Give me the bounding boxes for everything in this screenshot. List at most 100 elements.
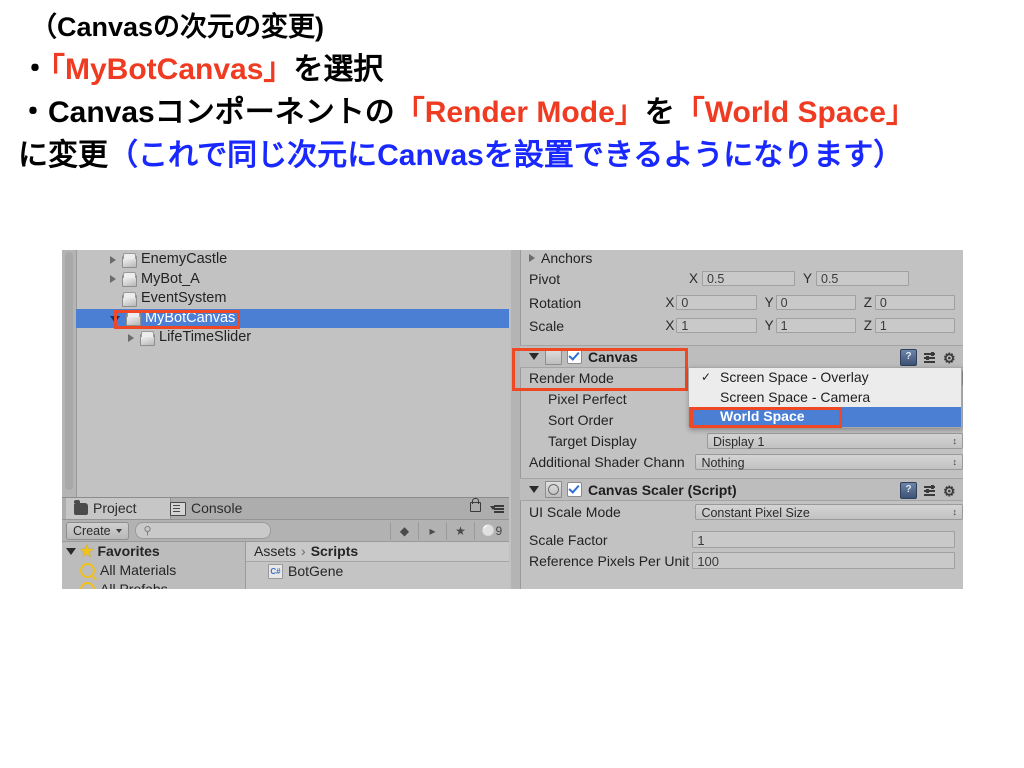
reference-pixels-per-unit-field[interactable]: 100	[692, 552, 955, 569]
collapse-arrow-icon[interactable]	[529, 353, 539, 360]
collapse-arrow-icon[interactable]	[529, 486, 539, 493]
slide-line-2-tail: を選択	[293, 53, 384, 86]
hierarchy-scrollbar[interactable]	[62, 250, 77, 497]
ui-scale-mode-dropdown[interactable]: Constant Pixel Size ↕	[695, 503, 963, 520]
scale-y-field[interactable]: 1	[775, 318, 856, 333]
rotation-y-field[interactable]: 0	[775, 295, 856, 310]
gear-icon[interactable]: ⚙	[943, 484, 957, 498]
slide-line-3: ・Canvasコンポーネントの「Render Mode」を「World Spac…	[18, 98, 1024, 128]
expand-arrow-icon[interactable]	[529, 254, 535, 262]
rotation-z-axis-label: Z	[863, 295, 873, 310]
canvas-scaler-component-tools: ? ⚙	[900, 482, 957, 499]
hierarchy-scrollbar-thumb[interactable]	[65, 252, 73, 490]
filter-by-type-icon[interactable]: ◆	[390, 521, 418, 540]
filter-by-label-icon[interactable]: ▸	[418, 521, 446, 540]
scale-factor-field[interactable]: 1	[692, 531, 955, 548]
anchors-foldout[interactable]: Anchors	[520, 250, 963, 266]
popup-item-screen-space-overlay[interactable]: ✓ Screen Space - Overlay	[689, 368, 961, 388]
tab-console[interactable]: Console	[162, 498, 272, 519]
search-input[interactable]: ⚲	[134, 522, 272, 539]
additional-shader-channels-dropdown[interactable]: Nothing ↕	[695, 453, 963, 470]
ui-scale-mode-label: UI Scale Mode	[529, 503, 621, 520]
scale-x-field[interactable]: 1	[676, 318, 757, 333]
hierarchy-item-lifetimeslider[interactable]: LifeTimeSlider	[76, 328, 509, 348]
rotation-row: Rotation X 0 Y 0 Z 0	[520, 291, 963, 314]
render-mode-label: Render Mode	[529, 370, 614, 386]
hierarchy-item-enemycastle[interactable]: EnemyCastle	[76, 250, 509, 270]
breadcrumb-current[interactable]: Scripts	[311, 543, 358, 559]
unity-editor-screenshot: EnemyCastle MyBot_A EventSystem MyBotCan…	[62, 250, 963, 589]
popup-item-world-space[interactable]: World Space	[689, 407, 961, 427]
target-display-label: Target Display	[548, 432, 637, 449]
favorite-star-icon[interactable]: ★	[446, 521, 474, 540]
help-icon[interactable]: ?	[900, 349, 917, 366]
hierarchy-item-label: EventSystem	[141, 290, 227, 306]
rotation-x-field[interactable]: 0	[676, 295, 757, 310]
search-icon	[80, 582, 95, 589]
pivot-y-field[interactable]: 0.5	[816, 271, 909, 286]
slide-line-2-red: 「MyBotCanvas」	[50, 53, 294, 86]
search-icon	[80, 563, 95, 578]
project-panel[interactable]: Project Console Create ⚲ ◆ ▸ ★ ⚪ 9 ★ Fav…	[62, 497, 509, 589]
reference-pixels-per-unit-label: Reference Pixels Per Unit	[529, 552, 690, 569]
hierarchy-item-mybot-a[interactable]: MyBot_A	[76, 270, 509, 290]
stepper-arrows-icon: ↕	[952, 506, 958, 517]
pivot-x-axis-label: X	[689, 271, 699, 286]
inspector-panel[interactable]: Anchors Pivot X 0.5 Y 0.5 Rotation X 0 Y…	[511, 250, 963, 589]
rotation-label: Rotation	[529, 294, 582, 311]
preset-icon[interactable]	[923, 484, 937, 498]
favorites-item-all-prefabs[interactable]: All Prefabs	[62, 580, 245, 589]
gear-icon[interactable]: ⚙	[943, 351, 957, 365]
collapse-arrow-icon[interactable]	[66, 548, 76, 555]
hierarchy-item-eventsystem[interactable]: EventSystem	[76, 289, 509, 309]
expand-arrow-icon[interactable]	[110, 255, 116, 264]
popup-item-screen-space-camera[interactable]: Screen Space - Camera	[689, 388, 961, 408]
create-button[interactable]: Create	[66, 521, 129, 540]
target-display-dropdown[interactable]: Display 1 ↕	[707, 432, 963, 449]
favorites-header[interactable]: ★ Favorites	[62, 542, 245, 561]
tab-project[interactable]: Project	[66, 498, 171, 519]
tab-console-label: Console	[191, 500, 243, 516]
preset-icon[interactable]	[923, 351, 937, 365]
project-assets-column: Assets › Scripts C# BotGene	[246, 542, 509, 589]
slide-line-3-red-2: 「World Space」	[674, 96, 916, 129]
canvas-component-header[interactable]: Canvas ? ⚙	[520, 345, 963, 368]
project-toolbar: Create ⚲ ◆ ▸ ★ ⚪ 9	[62, 520, 509, 542]
rotation-y-axis-label: Y	[764, 295, 774, 310]
pivot-x-field[interactable]: 0.5	[702, 271, 795, 286]
lock-icon[interactable]	[470, 498, 481, 512]
slide-line-3-bullet: ・Canvasコンポーネントの	[18, 96, 395, 129]
asset-item-botgene[interactable]: C# BotGene	[246, 562, 509, 581]
expand-arrow-icon[interactable]	[128, 333, 134, 342]
slide-line-1: （Canvasの次元の変更)	[30, 12, 325, 42]
gameobject-cube-icon	[125, 311, 141, 327]
help-icon[interactable]: ?	[900, 482, 917, 499]
project-body: ★ Favorites All Materials All Prefabs As…	[62, 542, 509, 589]
scale-z-axis-label: Z	[863, 318, 873, 333]
expand-arrow-icon[interactable]	[110, 275, 116, 284]
rotation-z-field[interactable]: 0	[874, 295, 955, 310]
hierarchy-panel[interactable]: EnemyCastle MyBot_A EventSystem MyBotCan…	[62, 250, 509, 497]
canvas-enabled-checkbox[interactable]	[567, 349, 582, 364]
favorites-item-all-materials[interactable]: All Materials	[62, 561, 245, 580]
hidden-packages-icon[interactable]: ⚪ 9	[474, 521, 509, 540]
panel-options-menu-icon[interactable]	[490, 504, 504, 513]
pivot-row: Pivot X 0.5 Y 0.5	[520, 266, 963, 291]
scale-factor-label: Scale Factor	[529, 531, 608, 548]
gameobject-cube-icon	[121, 272, 137, 288]
additional-shader-channels-row: Additional Shader Chann Nothing ↕	[520, 451, 963, 472]
tab-project-label: Project	[93, 500, 137, 516]
canvas-scaler-enabled-checkbox[interactable]	[567, 482, 582, 497]
canvas-scaler-component-header[interactable]: Canvas Scaler (Script) ? ⚙	[520, 478, 963, 501]
console-icon	[170, 501, 186, 516]
hierarchy-list: EnemyCastle MyBot_A EventSystem MyBotCan…	[76, 250, 509, 348]
render-mode-popup-menu[interactable]: ✓ Screen Space - Overlay Screen Space - …	[688, 367, 962, 428]
popup-item-label: World Space	[720, 408, 805, 424]
scale-z-field[interactable]: 1	[874, 318, 955, 333]
scale-row: Scale X 1 Y 1 Z 1	[520, 314, 963, 337]
stepper-arrows-icon: ↕	[952, 456, 958, 467]
slide-line-3-mid: を	[644, 96, 675, 129]
breadcrumb-root[interactable]: Assets	[254, 543, 296, 559]
collapse-arrow-icon[interactable]	[110, 315, 120, 323]
hierarchy-item-mybotcanvas[interactable]: MyBotCanvas	[76, 308, 509, 328]
